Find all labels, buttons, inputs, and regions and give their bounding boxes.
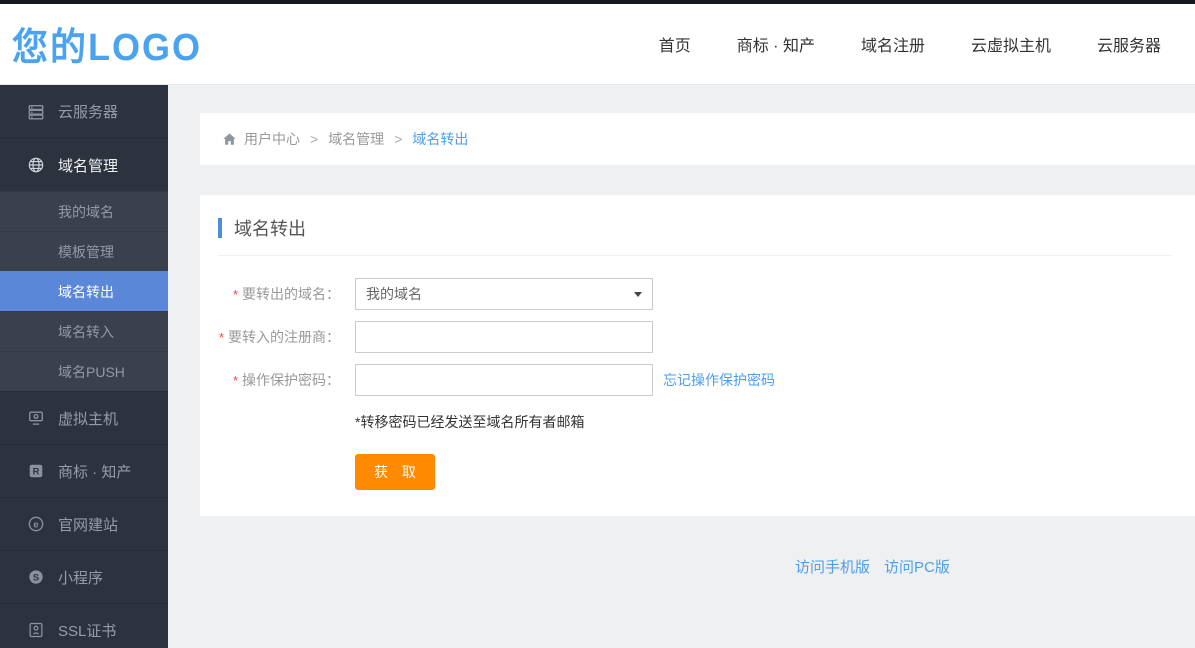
panel-title: 域名转出 bbox=[234, 219, 306, 239]
sidebar-item[interactable]: S 小程序 bbox=[0, 550, 168, 603]
server-icon bbox=[27, 103, 45, 121]
sidebar-item-label: 官网建站 bbox=[58, 516, 119, 534]
field-label: * 要转出的域名： bbox=[232, 286, 340, 302]
required-asterisk: * bbox=[232, 373, 238, 388]
website-icon: e bbox=[27, 515, 45, 533]
field-label: * 操作保护密码： bbox=[232, 372, 340, 388]
sidebar: 云服务器域名管理我的域名 模板管理 域名转出 域名转入 域名PUSH 虚拟主机 R 商标 · … bbox=[0, 85, 168, 648]
home-icon[interactable] bbox=[222, 132, 237, 147]
forgot-password-link[interactable]: 忘记操作保护密码 bbox=[663, 370, 775, 390]
sidebar-subitem[interactable]: 我的域名 bbox=[0, 191, 168, 231]
breadcrumb-item[interactable]: 域名转出 bbox=[412, 129, 468, 149]
sidebar-item-label: 小程序 bbox=[58, 569, 104, 587]
top-nav-item[interactable]: 云服务器 bbox=[1097, 32, 1161, 56]
protect-password-input[interactable] bbox=[355, 364, 653, 396]
sidebar-item-label: 商标 · 知产 bbox=[58, 463, 132, 481]
sidebar-item-label: 虚拟主机 bbox=[58, 410, 119, 428]
footer-link[interactable]: 访问手机版 bbox=[795, 559, 870, 576]
trademark-icon: R bbox=[27, 462, 45, 480]
globe-icon bbox=[27, 156, 45, 174]
sidebar-subitem[interactable]: 模板管理 bbox=[0, 231, 168, 271]
top-nav-item[interactable]: 商标 · 知产 bbox=[737, 32, 815, 56]
top-nav: 首页 商标 · 知产 域名注册 云虚拟主机 云服务器 bbox=[659, 32, 1175, 56]
title-accent-bar bbox=[218, 218, 222, 238]
top-nav-item[interactable]: 云虚拟主机 bbox=[971, 32, 1051, 56]
form-row: * 要转入的注册商： bbox=[218, 321, 1171, 353]
sidebar-subitem[interactable]: 域名PUSH bbox=[0, 351, 168, 391]
sidebar-item[interactable]: 虚拟主机 bbox=[0, 391, 168, 444]
form-row: * 操作保护密码： 忘记操作保护密码 bbox=[218, 364, 1171, 396]
breadcrumb: 用户中心 > 域名管理 > 域名转出 bbox=[200, 113, 1195, 165]
required-asterisk: * bbox=[218, 330, 224, 345]
transfer-form: * 要转出的域名： 我的域名 * 要转入的注册商： * 操作保护密码： 忘记操作保护密码 bbox=[218, 278, 1171, 396]
breadcrumb-item[interactable]: 域名管理 bbox=[328, 129, 384, 149]
logo[interactable]: 您的LOGO bbox=[12, 17, 202, 72]
footer-link[interactable]: 访问PC版 bbox=[884, 559, 950, 576]
svg-text:R: R bbox=[33, 467, 40, 478]
transfer-out-panel: 域名转出 * 要转出的域名： 我的域名 * 要转入的注册商： * 操作保护密码： 忘记操作保护… bbox=[200, 195, 1195, 516]
footer-links: 访问手机版 访问PC版 bbox=[168, 556, 1195, 577]
certificate-icon bbox=[27, 621, 45, 639]
content-area: 用户中心 > 域名管理 > 域名转出 域名转出 * 要转出的域名： 我的域名 * 要转入的注册商… bbox=[168, 85, 1195, 648]
transfer-password-note: *转移密码已经发送至域名所有者邮箱 bbox=[355, 414, 585, 430]
select-value: 我的域名 bbox=[366, 286, 422, 302]
header: 您的LOGO 首页 商标 · 知产 域名注册 云虚拟主机 云服务器 bbox=[0, 4, 1195, 85]
registrar-input[interactable] bbox=[355, 321, 653, 353]
sidebar-submenu: 我的域名 模板管理 域名转出 域名转入 域名PUSH bbox=[0, 191, 168, 391]
chevron-down-icon bbox=[634, 291, 642, 297]
host-icon bbox=[27, 409, 45, 427]
sidebar-item[interactable]: 域名管理 bbox=[0, 138, 168, 191]
sidebar-item[interactable]: R 商标 · 知产 bbox=[0, 444, 168, 497]
required-asterisk: * bbox=[232, 287, 238, 302]
breadcrumb-item[interactable]: 用户中心 bbox=[244, 129, 300, 149]
domain-select[interactable]: 我的域名 bbox=[355, 278, 653, 310]
top-nav-item[interactable]: 域名注册 bbox=[861, 32, 925, 56]
sidebar-item[interactable]: e 官网建站 bbox=[0, 497, 168, 550]
breadcrumb-separator: > bbox=[310, 131, 319, 147]
sidebar-subitem[interactable]: 域名转入 bbox=[0, 311, 168, 351]
panel-divider bbox=[218, 255, 1171, 256]
sidebar-item-label: 云服务器 bbox=[58, 104, 119, 121]
sidebar-item[interactable]: 云服务器 bbox=[0, 85, 168, 138]
svg-text:S: S bbox=[33, 572, 39, 583]
get-password-button[interactable]: 获 取 bbox=[355, 454, 435, 490]
field-label: * 要转入的注册商： bbox=[218, 329, 340, 345]
main-layout: 云服务器 域名管理 我的域名 模板管理 域名转出 域名转入 域名PUSH 虚拟主机 R 商标 · … bbox=[0, 85, 1195, 648]
sidebar-item-label: 域名管理 bbox=[58, 157, 119, 175]
form-row: * 要转出的域名： 我的域名 bbox=[218, 278, 1171, 310]
breadcrumb-separator: > bbox=[394, 131, 403, 147]
svg-text:e: e bbox=[33, 519, 38, 530]
sidebar-item-label: SSL证书 bbox=[58, 622, 117, 640]
sidebar-item[interactable]: SSL证书 bbox=[0, 603, 168, 648]
sidebar-subitem[interactable]: 域名转出 bbox=[0, 271, 168, 311]
top-nav-item[interactable]: 首页 bbox=[659, 32, 691, 56]
panel-title-row: 域名转出 bbox=[218, 215, 1171, 255]
miniprogram-icon: S bbox=[27, 568, 45, 586]
